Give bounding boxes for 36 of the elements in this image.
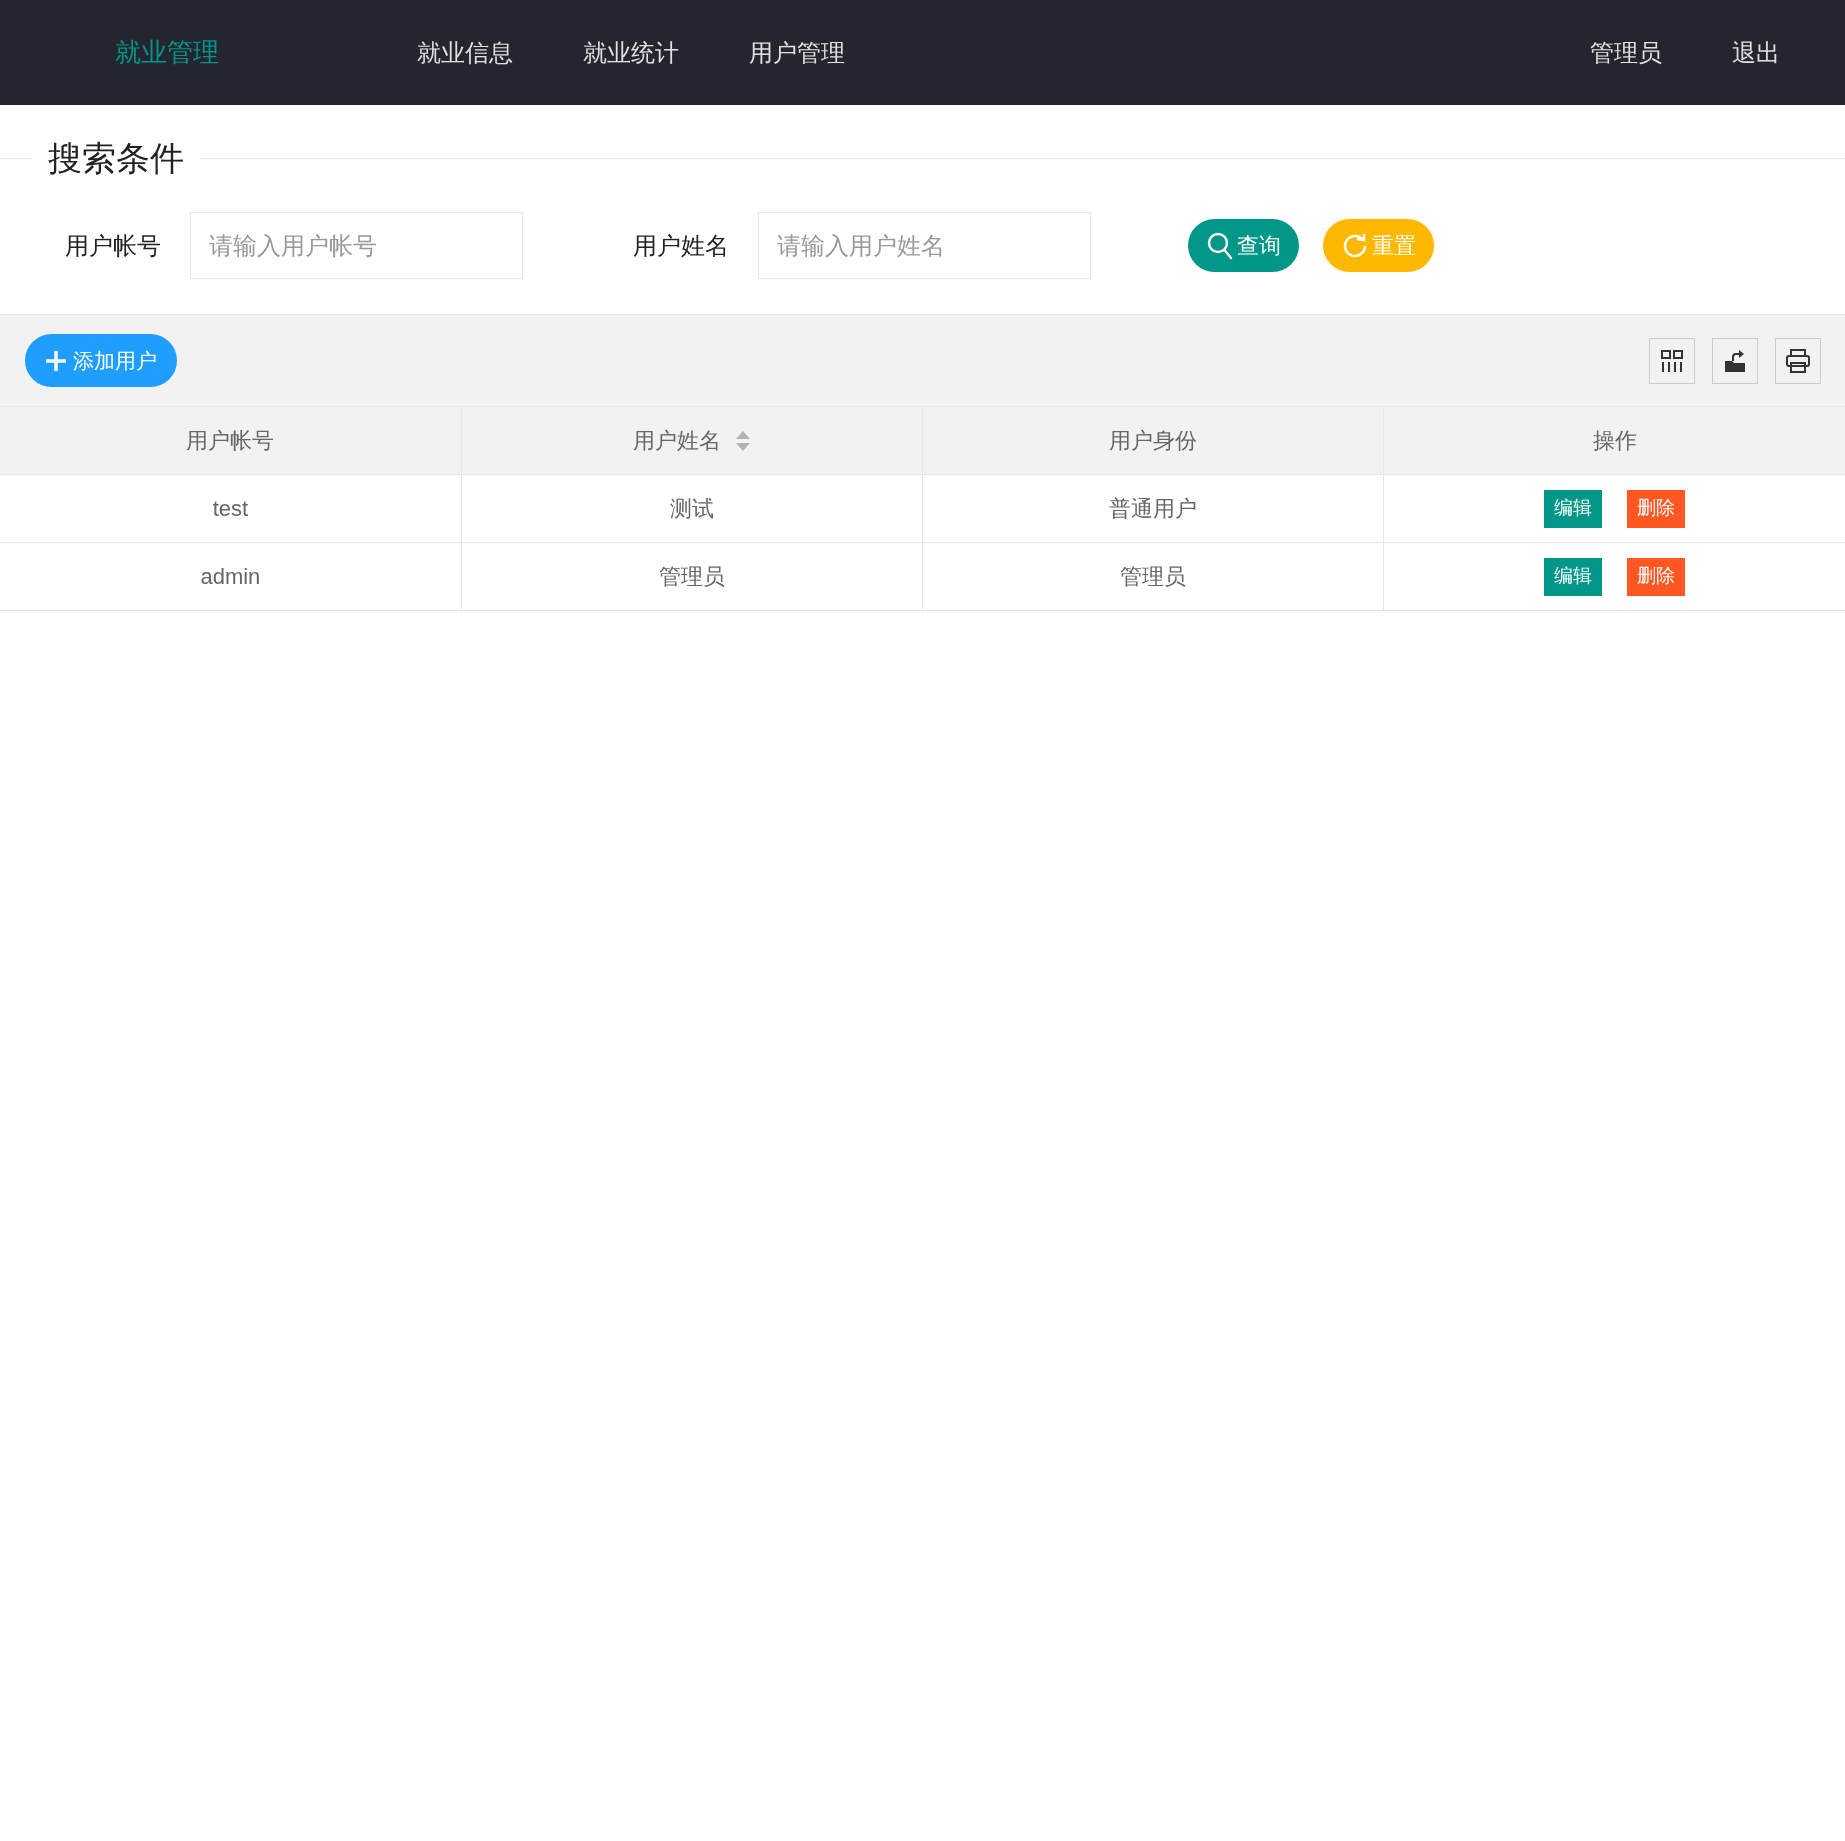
- refresh-icon: [1341, 232, 1368, 259]
- table-cell: 管理员: [922, 542, 1384, 611]
- column-header: 用户身份: [922, 406, 1384, 475]
- table-cell: 普通用户: [922, 474, 1384, 543]
- nav-link[interactable]: 就业统计: [583, 34, 679, 71]
- table-cell: admin: [0, 542, 462, 611]
- plus-icon: [45, 349, 67, 372]
- add-user-button[interactable]: 添加用户: [25, 334, 177, 387]
- table-cell: test: [0, 474, 462, 543]
- columns-button[interactable]: [1649, 337, 1695, 384]
- delete-button[interactable]: 删除: [1627, 489, 1686, 528]
- print-button[interactable]: [1775, 337, 1821, 384]
- app-logo-text[interactable]: 就业管理: [115, 33, 417, 72]
- edit-button[interactable]: 编辑: [1544, 489, 1603, 528]
- table-cell: 测试: [461, 474, 923, 543]
- search-icon: [1206, 231, 1233, 260]
- user-menu-link[interactable]: 管理员: [1590, 34, 1662, 71]
- field-label: 用户帐号: [65, 230, 162, 261]
- text-input-field[interactable]: 请输入用户姓名: [758, 212, 1091, 279]
- table-cell: 管理员: [461, 542, 923, 611]
- printer-icon: [1785, 348, 1811, 373]
- edit-button[interactable]: 编辑: [1544, 557, 1603, 596]
- text-input-field[interactable]: 请输入用户帐号: [190, 212, 523, 279]
- user-menu-link[interactable]: 退出: [1732, 34, 1780, 71]
- nav-link[interactable]: 用户管理: [749, 34, 845, 71]
- columns-icon: [1660, 348, 1684, 373]
- search-button[interactable]: 查询: [1188, 219, 1299, 272]
- column-header[interactable]: 用户姓名: [461, 406, 923, 475]
- column-header: 用户帐号: [0, 406, 462, 475]
- folder-share-icon: [1723, 348, 1747, 373]
- export-button[interactable]: [1712, 337, 1758, 384]
- nav-link[interactable]: 就业信息: [417, 34, 513, 71]
- column-header: 操作: [1383, 406, 1845, 475]
- delete-button[interactable]: 删除: [1627, 557, 1686, 596]
- field-label: 用户姓名: [633, 230, 730, 261]
- search-section-title: 搜索条件: [47, 138, 185, 179]
